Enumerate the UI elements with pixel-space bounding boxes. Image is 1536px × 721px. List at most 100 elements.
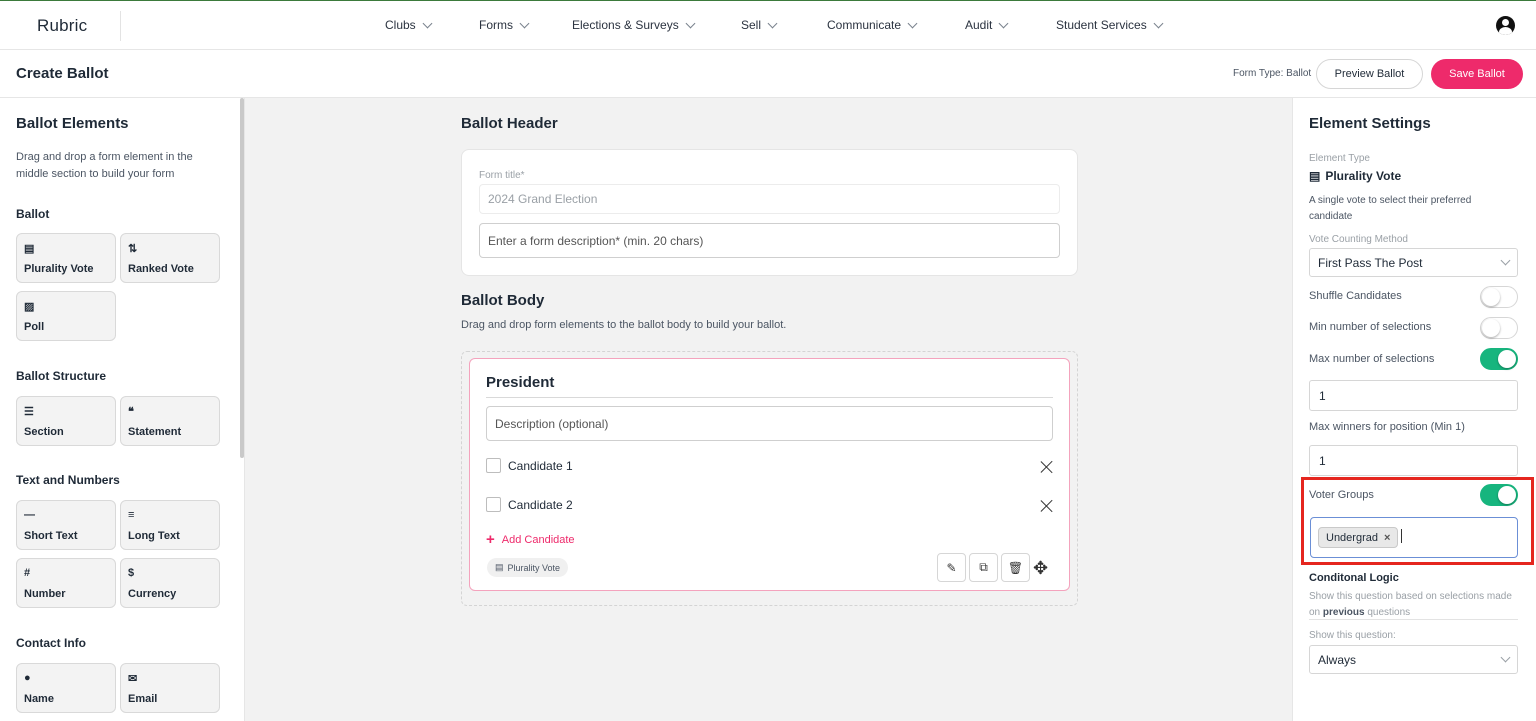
sidebar-title: Ballot Elements	[16, 115, 129, 132]
chevron-down-icon	[907, 18, 918, 28]
sidebar-scrollbar[interactable]	[240, 98, 244, 458]
form-type-label: Form Type: Ballot	[1233, 68, 1312, 79]
max-winners-label: Max winners for position (Min 1)	[1309, 421, 1465, 433]
page-header: Create Ballot Form Type: Ballot Preview …	[0, 50, 1536, 98]
remove-candidate-icon[interactable]	[1040, 499, 1053, 512]
candidate-checkbox[interactable]	[486, 458, 501, 473]
nav-student-services[interactable]: Student Services	[1056, 18, 1164, 32]
element-section[interactable]: ☰ Section	[16, 396, 116, 446]
nav-label: Student Services	[1056, 18, 1147, 32]
rubric-logo[interactable]: Rubric	[37, 16, 87, 36]
element-label: Section	[24, 426, 64, 438]
form-description-input[interactable]: Enter a form description* (min. 20 chars…	[479, 223, 1060, 258]
element-type-text: Plurality Vote	[1325, 169, 1402, 183]
max-selections-input[interactable]: 1	[1309, 380, 1518, 411]
user-avatar-icon[interactable]	[1496, 16, 1515, 35]
preview-ballot-button[interactable]: Preview Ballot	[1316, 59, 1423, 89]
ballot-box-icon: ▤	[24, 243, 35, 255]
candidate-label[interactable]: Candidate 2	[508, 498, 573, 512]
nav-audit[interactable]: Audit	[965, 18, 1009, 32]
question-title[interactable]: President	[486, 374, 554, 391]
quote-icon: ❝	[128, 406, 134, 418]
envelope-icon: ✉	[128, 673, 138, 685]
divider	[486, 397, 1053, 398]
counting-method-select[interactable]: First Pass The Post	[1309, 248, 1518, 277]
element-label: Name	[24, 693, 54, 705]
element-ranked-vote[interactable]: ⇅ Ranked Vote	[120, 233, 220, 283]
add-candidate-button[interactable]: + Add Candidate	[486, 531, 575, 548]
nav-label: Elections & Surveys	[572, 18, 679, 32]
sidebar-description: Drag and drop a form element in the midd…	[16, 151, 193, 180]
desc-bold: previous	[1322, 607, 1365, 618]
section-title-text-numbers: Text and Numbers	[16, 473, 120, 487]
shuffle-toggle[interactable]	[1480, 286, 1518, 308]
section-title-ballot: Ballot	[16, 207, 50, 221]
annotation-highlight-box	[1301, 477, 1534, 565]
element-type-value: ▤ Plurality Vote	[1309, 169, 1401, 183]
section-icon: ☰	[24, 406, 34, 418]
element-short-text[interactable]: — Short Text	[16, 500, 116, 550]
copy-icon: ⧉	[979, 560, 988, 574]
nav-clubs[interactable]: Clubs	[385, 18, 433, 32]
max-winners-input[interactable]: 1	[1309, 445, 1518, 476]
element-label: Short Text	[24, 530, 78, 542]
element-poll[interactable]: ▨ Poll	[16, 291, 116, 341]
desc-text: Show this question based on selections m…	[1309, 591, 1512, 602]
element-type-chip: ▤ Plurality Vote	[487, 558, 569, 577]
element-name[interactable]: ● Name	[16, 663, 116, 713]
duplicate-button[interactable]: ⧉	[969, 553, 998, 582]
nav-communicate[interactable]: Communicate	[827, 18, 918, 32]
poll-icon: ▨	[24, 301, 35, 313]
nav-elections-surveys[interactable]: Elections & Surveys	[572, 18, 696, 32]
counting-method-label: Vote Counting Method	[1309, 234, 1408, 245]
chevron-down-icon	[685, 18, 696, 28]
divider	[1309, 619, 1518, 620]
ballot-body-title: Ballot Body	[461, 292, 545, 309]
element-long-text[interactable]: ≡ Long Text	[120, 500, 220, 550]
show-question-select[interactable]: Always	[1309, 645, 1518, 674]
trash-icon: 🗑	[1007, 560, 1024, 575]
save-ballot-button[interactable]: Save Ballot	[1431, 59, 1523, 89]
element-label: Plurality Vote	[24, 263, 94, 275]
edit-button[interactable]: ✎	[937, 553, 966, 582]
ballot-header-title: Ballot Header	[461, 115, 558, 132]
form-title-input[interactable]: 2024 Grand Election	[479, 184, 1060, 214]
chevron-down-icon	[1500, 652, 1511, 663]
candidate-row: Candidate 1	[486, 458, 573, 473]
candidate-checkbox[interactable]	[486, 497, 501, 512]
edit-icon: ✎	[946, 560, 957, 575]
element-plurality-vote[interactable]: ▤ Plurality Vote	[16, 233, 116, 283]
question-description-input[interactable]: Description (optional)	[486, 406, 1053, 441]
conditional-logic-description: Show this question based on selections m…	[1309, 589, 1512, 621]
divider	[120, 11, 121, 41]
max-selections-toggle[interactable]	[1480, 348, 1518, 370]
page-title: Create Ballot	[16, 65, 109, 82]
candidate-label[interactable]: Candidate 1	[508, 459, 573, 473]
move-icon[interactable]: ✥	[1033, 558, 1048, 579]
dollar-icon: $	[128, 567, 135, 579]
ballot-elements-sidebar: Ballot Elements Drag and drop a form ele…	[0, 98, 245, 721]
max-selections-label: Max number of selections	[1309, 353, 1435, 365]
nav-sell[interactable]: Sell	[741, 18, 778, 32]
add-candidate-label: Add Candidate	[501, 533, 575, 546]
shuffle-label: Shuffle Candidates	[1309, 290, 1402, 302]
min-selections-toggle[interactable]	[1480, 317, 1518, 339]
chevron-down-icon	[998, 18, 1009, 28]
element-currency[interactable]: $ Currency	[120, 558, 220, 608]
form-title-label: Form title*	[479, 170, 525, 181]
chevron-down-icon	[1500, 255, 1511, 266]
element-label: Statement	[128, 426, 182, 438]
chevron-down-icon	[422, 18, 433, 28]
nav-label: Forms	[479, 18, 513, 32]
element-number[interactable]: # Number	[16, 558, 116, 608]
element-label: Number	[24, 588, 66, 600]
nav-forms[interactable]: Forms	[479, 18, 530, 32]
delete-button[interactable]: 🗑	[1001, 553, 1030, 582]
chevron-down-icon	[767, 18, 778, 28]
ballot-box-icon: ▤	[495, 562, 504, 572]
dash-icon: —	[24, 509, 35, 521]
remove-candidate-icon[interactable]	[1040, 460, 1053, 473]
element-statement[interactable]: ❝ Statement	[120, 396, 220, 446]
element-email[interactable]: ✉ Email	[120, 663, 220, 713]
ballot-body-description: Drag and drop form elements to the ballo…	[461, 319, 787, 331]
